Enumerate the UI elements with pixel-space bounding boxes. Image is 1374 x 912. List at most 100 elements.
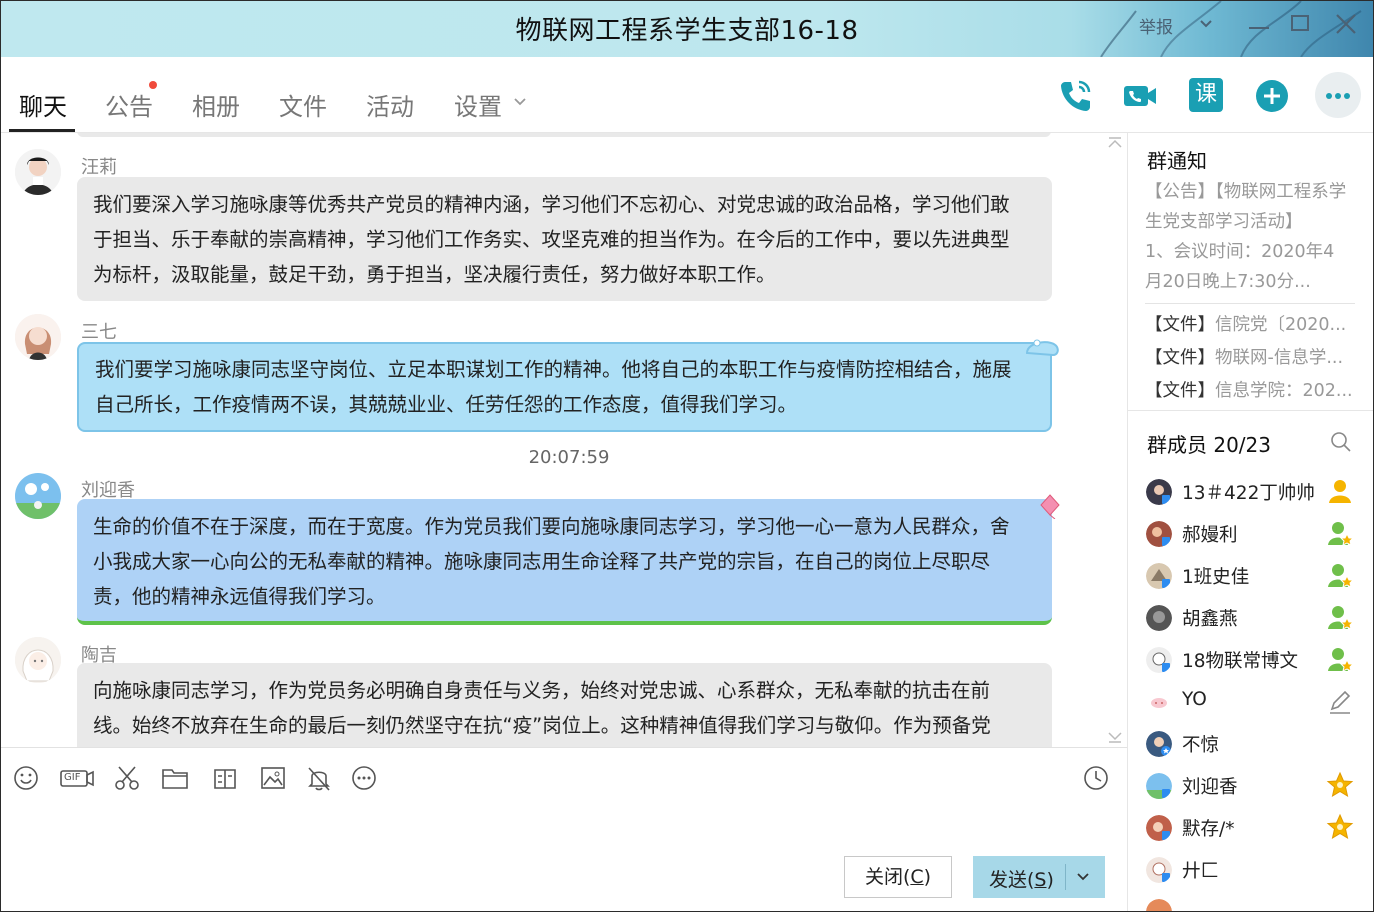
gif-label: GIF [64,772,81,783]
section-divider [1128,410,1373,411]
group-notice-title[interactable]: 群通知 [1147,145,1207,174]
close-button[interactable]: 关闭(C) [844,856,952,898]
notice-text[interactable]: 1、会议时间：2020年4 [1145,238,1334,263]
member-avatar [1146,479,1172,505]
admin-icon [1328,522,1354,546]
bubble-decoration-icon [1025,339,1059,357]
message-line: 为标杆，汲取能量，鼓足干劲，勇于担当，坚决履行责任，努力做好本职工作。 [93,263,776,286]
tab-files[interactable]: 文件 [279,87,327,122]
message-line: 自己所长，工作疫情两不误，其兢兢业业、任劳任怨的工作态度，值得我们学习。 [95,393,798,416]
class-icon[interactable]: 课 [1189,78,1223,112]
avatar-liuyingxiang[interactable] [15,473,61,519]
member-avatar [1146,605,1172,631]
more-icon[interactable] [1315,72,1361,118]
minimize-button[interactable] [1249,27,1269,29]
member-item[interactable]: 1班史佳 [1146,561,1366,591]
avatar-sanqi[interactable] [15,314,61,360]
notice-file-item[interactable]: 【文件】信院党〔2020... [1145,311,1346,336]
admin-icon [1328,606,1354,630]
message-bubble: 我们要学习施咏康同志坚守岗位、立足本职谋划工作的精神。他将自己的本职工作与疫情防… [77,342,1052,432]
member-avatar [1146,689,1172,715]
send-button[interactable]: 发送(S) [973,856,1105,898]
settings-chevron-down-icon[interactable] [513,95,527,109]
admin-icon [1328,564,1354,588]
member-item[interactable]: 刘迎香 [1146,771,1366,801]
unread-dot [149,81,157,89]
avatar-wangli[interactable] [15,149,61,195]
gif-icon[interactable]: GIF [59,764,95,792]
member-avatar [1146,647,1172,673]
emoji-icon[interactable] [12,764,40,792]
chevron-down-icon[interactable] [1199,17,1213,31]
tab-announcement[interactable]: 公告 [105,87,153,122]
send-split-divider [1065,864,1066,890]
send-options-chevron-icon[interactable] [1075,870,1091,884]
tab-album[interactable]: 相册 [192,87,240,122]
scroll-top-icon[interactable] [1107,137,1123,149]
tab-settings[interactable]: 设置 [454,87,502,122]
chat-message-list[interactable]: 汪莉 我们要深入学习施咏康等优秀共产党员的精神内涵，学习他们不忘初心、对党忠诚的… [1,133,1127,747]
more-options-icon[interactable] [350,764,378,792]
member-item[interactable]: 18物联常博文 [1146,645,1366,675]
member-item-partial[interactable] [1146,897,1366,911]
star-icon [1326,771,1354,798]
image-icon[interactable] [259,764,287,792]
video-call-icon[interactable] [1122,78,1158,114]
tab-chat[interactable]: 聊天 [19,87,67,122]
mute-bell-icon[interactable] [305,764,333,792]
message-timestamp: 20:07:59 [528,447,610,468]
message-line: 于担当、乐于奉献的崇高精神，学习他们工作务实、攻坚克难的担当作为。在今后的工作中… [93,228,1010,251]
message-line: 线。始终不放弃在生命的最后一刻仍然坚守在抗“疫”岗位上。这种精神值得我们学习与敬… [93,714,991,737]
message-bubble: 我们要深入学习施咏康等优秀共产党员的精神内涵，学习他们不忘初心、对党忠诚的政治品… [77,177,1052,301]
notice-file-item[interactable]: 【文件】信息学院：202... [1145,377,1353,402]
group-info-panel: 群通知 【公告】【物联网工程系学 生党支部学习活动】 1、会议时间：2020年4… [1127,133,1373,911]
notice-text[interactable]: 生党支部学习活动】 [1145,208,1303,233]
group-members-title: 群成员 20/23 [1147,433,1271,457]
maximize-button[interactable] [1291,15,1309,31]
scissors-icon[interactable] [113,764,141,792]
scroll-bottom-icon[interactable] [1107,731,1123,743]
sender-name: 汪莉 [81,157,117,178]
previous-message-edge [77,133,1051,137]
member-item[interactable]: 不惊 [1146,729,1366,759]
member-avatar [1146,773,1172,799]
history-clock-icon[interactable] [1082,764,1110,792]
member-avatar [1146,815,1172,841]
sticker-icon[interactable] [211,764,239,792]
member-avatar [1146,899,1172,911]
tab-activity[interactable]: 活动 [366,87,414,122]
member-item[interactable]: 13＃422丁帅帅 [1146,477,1366,507]
send-label: 发送(S) [989,869,1054,891]
member-item[interactable]: 廾匚 [1146,855,1366,885]
message-line: 小我成大家一心向公的无私奉献的精神。施咏康同志用生命诠释了共产党的宗旨，在自己的… [93,550,991,573]
admin-icon [1328,648,1354,672]
notice-text[interactable]: 【公告】【物联网工程系学 [1145,178,1346,203]
member-item[interactable]: 郝嫚利 [1146,519,1366,549]
add-app-icon[interactable] [1254,78,1290,114]
message-line: 责，他的精神永远值得我们学习。 [93,585,386,608]
star-icon [1326,813,1354,840]
phone-icon[interactable] [1057,78,1093,114]
close-window-button[interactable] [1333,11,1359,37]
message-line: 向施咏康同志学习，作为党员务必明确自身责任与义务，始终对党忠诚、心系群众，无私奉… [93,679,991,702]
message-bubble: 生命的价值不在于深度，而在于宽度。作为党员我们要向施咏康同志学习，学习他一心一意… [77,499,1052,625]
member-item[interactable]: 胡鑫燕 [1146,603,1366,633]
member-avatar [1146,521,1172,547]
avatar-taoji[interactable] [15,637,61,683]
notice-text[interactable]: 月20日晚上7:30分... [1145,268,1311,293]
message-input-area[interactable]: GIF 关闭(C) 发送(S) [1,747,1127,911]
sender-name: 三七 [81,322,117,343]
member-item[interactable]: YO [1146,687,1366,717]
member-item[interactable]: 默存/* [1146,813,1366,843]
title-bar: 物联网工程系学生支部16-18 举报 [1,1,1373,57]
message-bubble: 向施咏康同志学习，作为党员务必明确自身责任与义务，始终对党忠诚、心系群众，无私奉… [77,663,1052,747]
kite-decoration-icon [1040,494,1060,519]
report-button[interactable]: 举报 [1139,13,1173,38]
active-tab-indicator [9,129,75,132]
edit-icon[interactable] [1326,687,1354,715]
member-avatar [1146,731,1172,757]
notice-file-item[interactable]: 【文件】物联网-信息学... [1145,344,1343,369]
member-avatar [1146,563,1172,589]
folder-icon[interactable] [161,764,189,792]
search-icon[interactable] [1330,431,1352,453]
